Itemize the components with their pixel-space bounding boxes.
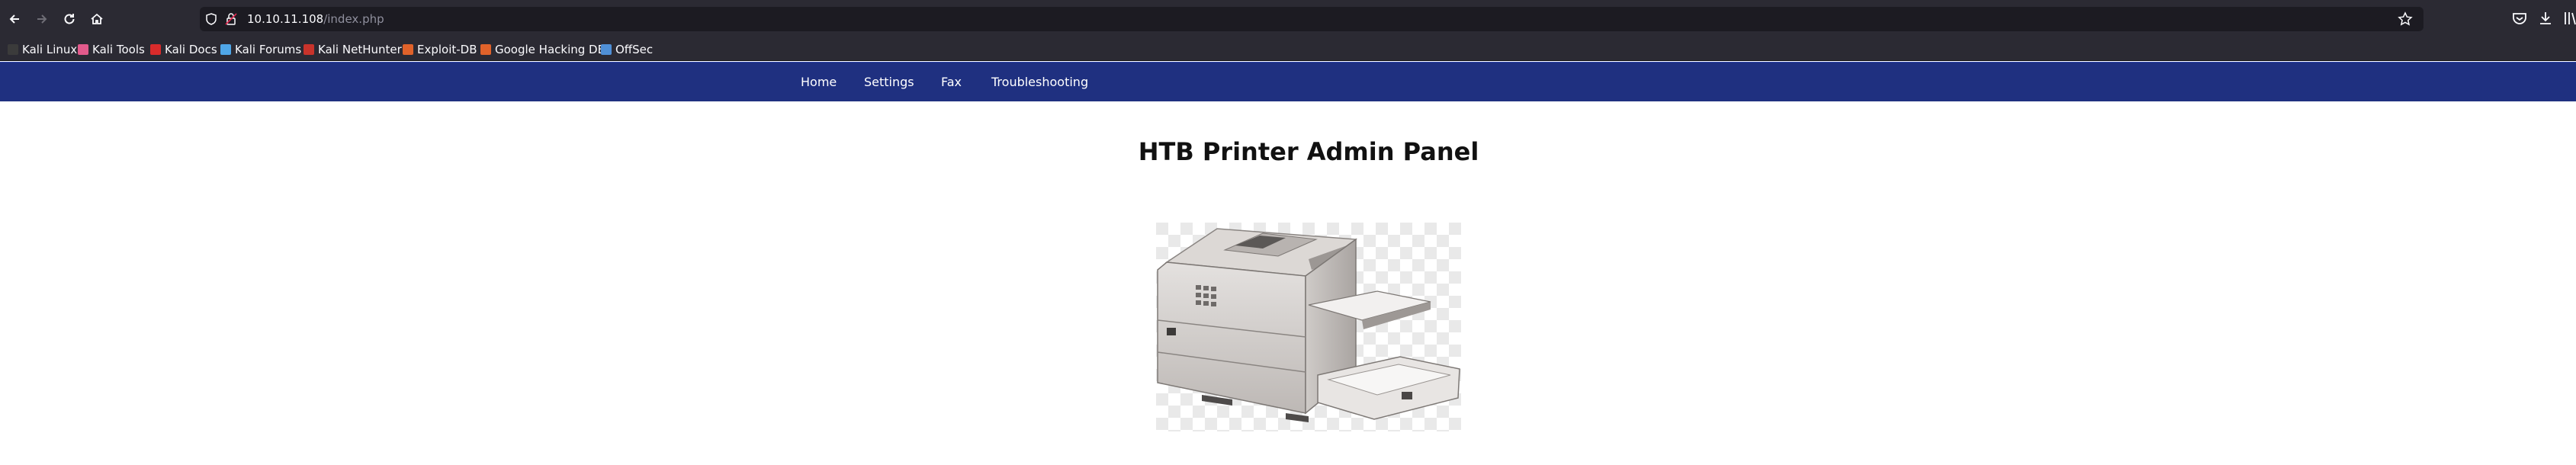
printer-illustration	[1156, 223, 1461, 431]
nav-troubleshooting[interactable]: Troubleshooting	[991, 63, 1088, 102]
bookmark-label: Kali NetHunter	[318, 43, 402, 56]
bookmark-kali-docs[interactable]: Kali Docs	[150, 38, 217, 61]
kali-docs-favicon-icon	[150, 44, 161, 55]
bookmark-label: Kali Forums	[235, 43, 302, 56]
downloads-icon[interactable]	[2536, 9, 2555, 27]
kali-tools-favicon-icon	[78, 44, 88, 55]
bookmark-exploit-db[interactable]: Exploit-DB	[403, 38, 477, 61]
pocket-icon[interactable]	[2510, 9, 2529, 27]
printer-image	[1156, 223, 1461, 431]
bookmark-kali-tools[interactable]: Kali Tools	[78, 38, 145, 61]
bookmark-label: Exploit-DB	[417, 43, 477, 56]
library-icon[interactable]	[2561, 9, 2576, 27]
reload-button[interactable]	[59, 9, 79, 29]
url-path: /index.php	[323, 12, 384, 26]
url-bar[interactable]: 10.10.11.108/index.php	[200, 7, 2423, 31]
site-navbar: Home Settings Fax Troubleshooting	[0, 62, 2576, 101]
kali-nethunter-favicon-icon	[304, 44, 314, 55]
bookmark-google-hacking-db[interactable]: Google Hacking DB	[480, 38, 605, 61]
bookmark-kali-nethunter[interactable]: Kali NetHunter	[304, 38, 402, 61]
nav-fax[interactable]: Fax	[941, 63, 962, 102]
nav-home[interactable]: Home	[801, 63, 837, 102]
google-hacking-db-favicon-icon	[480, 44, 491, 55]
offsec-favicon-icon	[601, 44, 612, 55]
home-icon	[91, 13, 103, 24]
page-title: HTB Printer Admin Panel	[1138, 137, 1479, 166]
bookmarks-toolbar: Kali Linux Kali Tools Kali Docs Kali For…	[0, 38, 2576, 61]
home-button[interactable]	[87, 9, 107, 29]
nav-settings[interactable]: Settings	[864, 63, 914, 102]
bookmark-label: Google Hacking DB	[495, 43, 605, 56]
url-text[interactable]: 10.10.11.108/index.php	[247, 7, 384, 31]
insecure-lock-icon[interactable]	[224, 12, 238, 26]
bookmark-label: Kali Linux	[22, 43, 78, 56]
forward-arrow-icon	[37, 14, 47, 24]
bookmark-offsec[interactable]: OffSec	[601, 38, 653, 61]
kali-forums-favicon-icon	[220, 44, 231, 55]
back-arrow-icon	[9, 14, 19, 24]
back-button[interactable]	[5, 9, 24, 29]
exploit-db-favicon-icon	[403, 44, 413, 55]
bookmark-kali-forums[interactable]: Kali Forums	[220, 38, 301, 61]
shield-icon[interactable]	[204, 12, 218, 26]
bookmark-kali-linux[interactable]: Kali Linux	[8, 38, 77, 61]
bookmark-label: Kali Tools	[92, 43, 145, 56]
bookmark-star-icon[interactable]	[2398, 11, 2413, 27]
url-host: 10.10.11.108	[247, 12, 324, 26]
browser-toolbar: 10.10.11.108/index.php	[0, 0, 2576, 38]
bookmark-label: Kali Docs	[165, 43, 217, 56]
reload-icon	[64, 14, 75, 24]
bookmark-label: OffSec	[615, 43, 654, 56]
forward-button[interactable]	[32, 9, 52, 29]
kali-linux-favicon-icon	[8, 44, 18, 55]
